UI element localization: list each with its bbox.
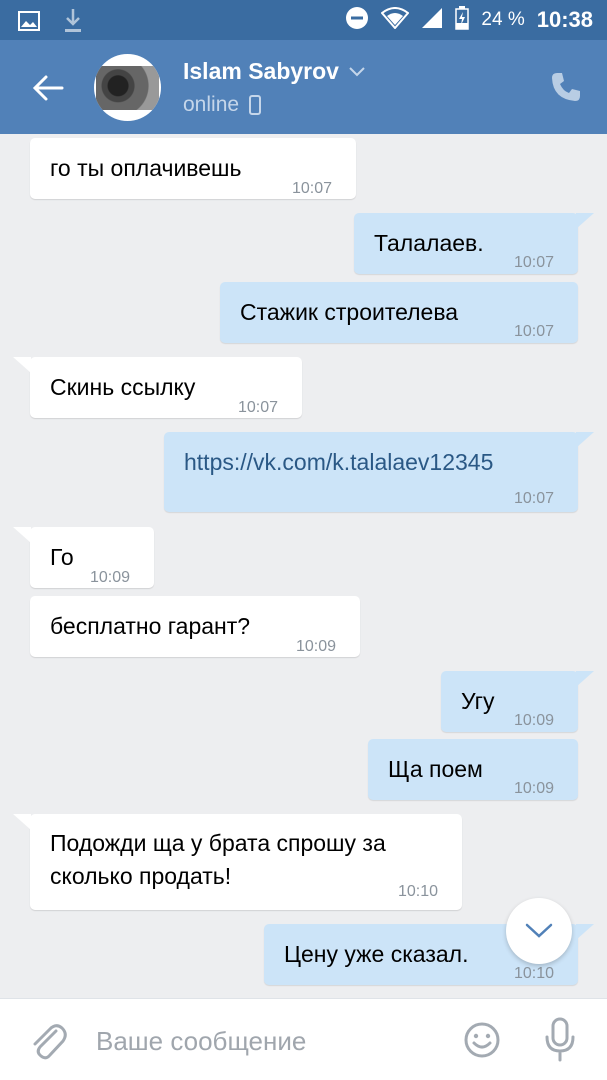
message-text: Стажик строителева xyxy=(240,299,459,325)
chat-header: Islam Sabyrov online xyxy=(0,40,607,134)
message-text: Ща поем xyxy=(388,756,483,782)
message-composer xyxy=(0,998,607,1080)
message-bubble-incoming[interactable]: го ты оплачивешь 10:07 xyxy=(30,138,356,199)
contact-status: online xyxy=(183,93,240,116)
emoji-button[interactable] xyxy=(463,1021,501,1059)
message-list[interactable]: го ты оплачивешь 10:07 Талалаев. 10:07 С… xyxy=(0,134,607,998)
bubble-tail xyxy=(13,527,31,543)
message-bubble-outgoing[interactable]: Ща поем 10:09 xyxy=(368,739,578,800)
message-text: Цену уже сказал. xyxy=(284,941,469,967)
message-bubble-outgoing[interactable]: Угу 10:09 xyxy=(441,671,578,732)
battery-percent: 24 % xyxy=(481,9,525,30)
clock: 10:38 xyxy=(536,7,593,32)
paperclip-icon xyxy=(33,1024,67,1060)
message-bubble-incoming[interactable]: Скинь ссылку 10:07 xyxy=(30,357,302,418)
voice-message-button[interactable] xyxy=(543,1017,577,1063)
bubble-tail xyxy=(576,432,594,448)
message-bubble-incoming[interactable]: Подожди ща у брата спрошу за сколько про… xyxy=(30,814,462,910)
message-link[interactable]: https://vk.com/k.talalaev12345 xyxy=(184,449,493,475)
message-time: 10:09 xyxy=(514,712,555,729)
call-button[interactable] xyxy=(549,70,583,104)
message-time: 10:07 xyxy=(238,399,279,416)
scroll-down-button[interactable] xyxy=(506,898,572,964)
bubble-tail xyxy=(13,357,31,373)
emoji-icon xyxy=(464,1022,500,1058)
message-text: Угу xyxy=(461,688,495,714)
bubble-tail xyxy=(13,814,31,830)
message-text-line: Подожди ща у брата спрошу за xyxy=(50,830,386,856)
bubble-tail xyxy=(576,213,594,229)
phone-icon xyxy=(552,73,580,101)
contact-name: Islam Sabyrov xyxy=(183,58,339,84)
message-bubble-outgoing[interactable]: Талалаев. 10:07 xyxy=(354,213,578,274)
message-text: Го xyxy=(50,544,74,570)
do-not-disturb-icon xyxy=(345,6,369,35)
message-time: 10:10 xyxy=(398,883,439,900)
wifi-icon xyxy=(380,6,410,34)
status-bar: 24 % 10:38 xyxy=(0,0,607,40)
message-time: 10:07 xyxy=(514,490,555,507)
message-time: 10:09 xyxy=(90,569,131,586)
microphone-icon xyxy=(545,1017,575,1062)
message-text: го ты оплачивешь xyxy=(50,155,242,181)
image-icon xyxy=(18,11,40,36)
message-time: 10:07 xyxy=(514,323,555,340)
mobile-device-icon xyxy=(249,95,262,115)
avatar-photo xyxy=(96,66,159,110)
bubble-tail xyxy=(576,924,594,940)
message-input[interactable] xyxy=(96,1021,436,1061)
avatar[interactable] xyxy=(94,54,161,121)
battery-icon xyxy=(455,5,470,35)
message-bubble-outgoing[interactable]: https://vk.com/k.talalaev12345 10:07 xyxy=(164,432,578,512)
message-bubble-incoming[interactable]: Го 10:09 xyxy=(30,527,154,588)
contact-status-row: online xyxy=(183,93,262,117)
message-text: Талалаев. xyxy=(374,230,484,256)
back-arrow-icon xyxy=(32,75,64,101)
message-time: 10:09 xyxy=(514,780,555,797)
message-time: 10:09 xyxy=(296,638,337,655)
message-bubble-outgoing[interactable]: Стажик строителева 10:07 xyxy=(220,282,578,343)
signal-icon xyxy=(421,7,443,34)
bubble-tail xyxy=(576,671,594,687)
attach-button[interactable] xyxy=(28,1019,68,1063)
download-icon xyxy=(62,8,84,39)
chevron-down-icon xyxy=(349,66,365,76)
message-bubble-incoming[interactable]: бесплатно гарант? 10:09 xyxy=(30,596,360,657)
contact-name-row[interactable]: Islam Sabyrov xyxy=(183,58,365,85)
message-text: Скинь ссылку xyxy=(50,374,196,400)
message-time: 10:07 xyxy=(514,254,555,271)
back-button[interactable] xyxy=(26,66,70,110)
message-time: 10:07 xyxy=(292,180,333,197)
message-text: бесплатно гарант? xyxy=(50,613,251,639)
chevron-down-icon xyxy=(525,923,553,938)
